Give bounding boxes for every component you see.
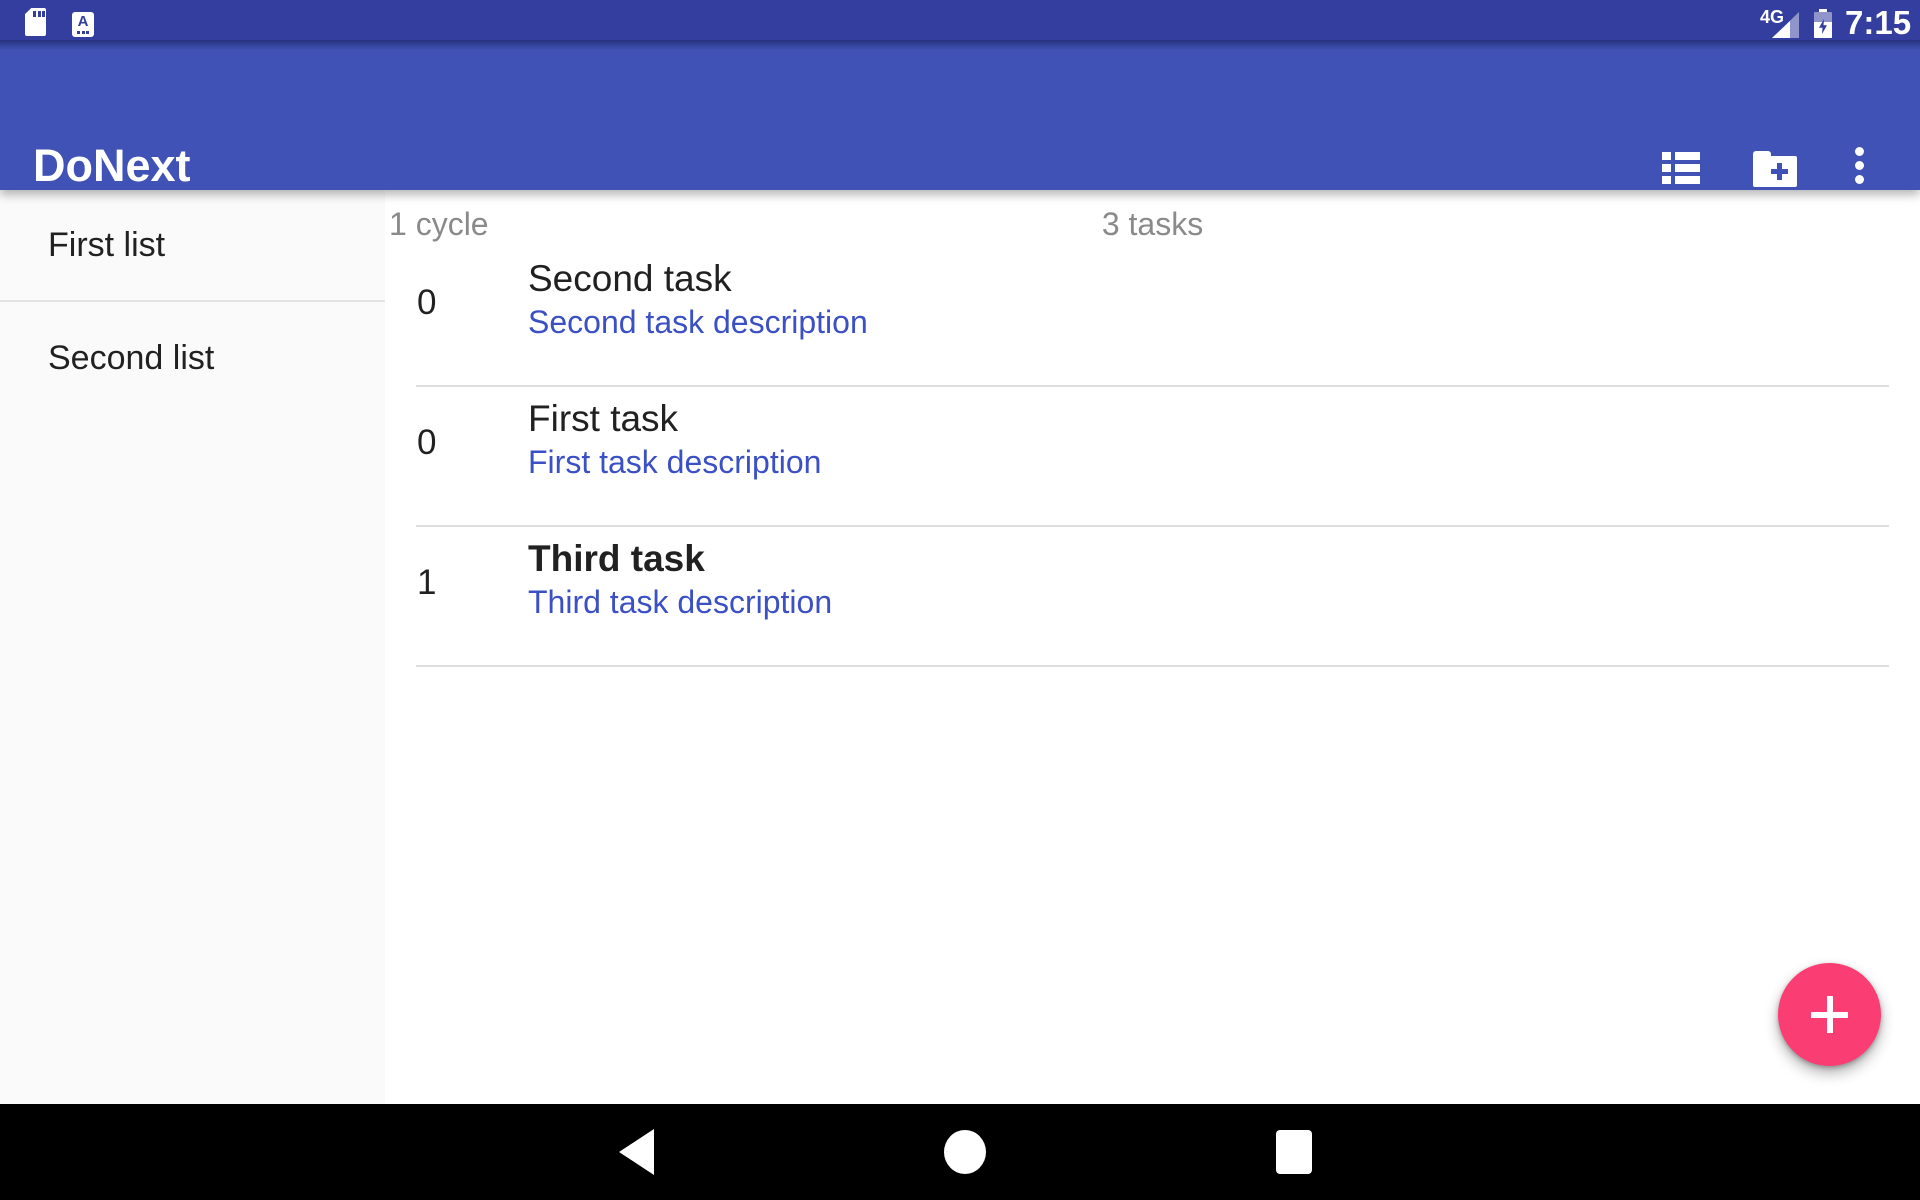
signal-strength-icon [1772,12,1799,38]
home-icon [944,1130,986,1174]
back-button[interactable] [576,1104,696,1200]
sidebar-item-first-list[interactable]: First list [0,190,385,302]
task-title: Second task [528,258,732,300]
task-description: Third task description [528,584,832,621]
view-list-button[interactable] [1653,140,1709,196]
sidebar-item-label: Second list [48,339,214,378]
task-description: First task description [528,444,821,481]
app-bar: DoNext [0,40,1920,190]
task-panel: 1 cycle 3 tasks 0 Second task Second tas… [385,190,1920,1104]
new-folder-button[interactable] [1747,140,1803,196]
sidebar: First list Second list [0,190,385,1104]
task-cycle-count: 1 [417,563,436,603]
app-title: DoNext [33,140,191,192]
task-description: Second task description [528,304,868,341]
keyboard-icon: A [72,12,94,37]
navigation-bar [0,1104,1920,1200]
sidebar-item-label: First list [48,226,165,265]
task-row[interactable]: 0 Second task Second task description [416,247,1889,387]
recents-button[interactable] [1234,1104,1354,1200]
screen: A 4G 7:15 DoNext [0,0,1920,1200]
sidebar-item-second-list[interactable]: Second list [0,302,385,414]
task-title: First task [528,398,678,440]
status-bar: A 4G 7:15 [0,0,1920,40]
recents-icon [1276,1130,1312,1174]
sd-card-icon [25,8,46,36]
view-list-icon [1662,152,1700,184]
task-row[interactable]: 1 Third task Third task description [416,527,1889,667]
task-count-label: 3 tasks [385,206,1920,243]
new-folder-icon [1753,149,1797,187]
task-list: 0 Second task Second task description 0 … [416,247,1889,667]
keyboard-icon-letter: A [72,12,94,32]
task-cycle-count: 0 [417,423,436,463]
plus-icon [1827,996,1833,1033]
task-panel-header: 1 cycle 3 tasks [385,190,1920,247]
battery-charging-icon [1814,9,1832,38]
status-bar-shadow [0,40,1920,50]
status-bar-clock: 7:15 [1845,4,1911,42]
overflow-menu-button[interactable] [1832,140,1888,196]
overflow-menu-icon [1855,147,1865,189]
back-icon [619,1129,654,1175]
add-task-fab[interactable] [1778,963,1881,1066]
home-button[interactable] [905,1104,1025,1200]
task-cycle-count: 0 [417,283,436,323]
task-row[interactable]: 0 First task First task description [416,387,1889,527]
task-title: Third task [528,538,705,580]
